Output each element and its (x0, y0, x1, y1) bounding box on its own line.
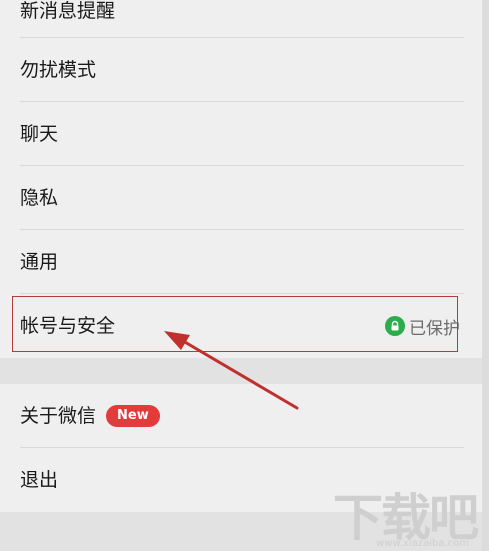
item-label: 新消息提醒 (20, 0, 116, 22)
item-label: 通用 (20, 251, 59, 273)
settings-item-about-wechat[interactable]: 关于微信 New (0, 384, 482, 448)
item-label: 隐私 (20, 187, 59, 209)
lock-icon (385, 316, 405, 336)
settings-group-main: 新消息提醒 勿扰模式 聊天 隐私 通用 帐号与安全 已保护 (0, 0, 482, 358)
item-label: 帐号与安全 (20, 315, 116, 337)
protection-status: 已保护 (385, 294, 460, 358)
item-label: 勿扰模式 (20, 59, 97, 81)
item-label: 关于微信 (20, 405, 97, 427)
settings-item-do-not-disturb[interactable]: 勿扰模式 (0, 38, 482, 102)
settings-screen: 新消息提醒 勿扰模式 聊天 隐私 通用 帐号与安全 已保护 关于微信 New 退… (0, 0, 489, 551)
protection-status-text: 已保护 (409, 318, 460, 339)
watermark-url: www.xiazaiba.com (376, 538, 469, 549)
item-label: 退出 (20, 469, 59, 491)
settings-item-account-security[interactable]: 帐号与安全 已保护 (0, 294, 482, 358)
settings-item-chat[interactable]: 聊天 (0, 102, 482, 166)
settings-item-general[interactable]: 通用 (0, 230, 482, 294)
watermark-logo: 下载吧 (333, 488, 479, 547)
section-divider (0, 358, 482, 384)
new-badge: New (106, 405, 160, 427)
item-label: 聊天 (20, 123, 59, 145)
settings-item-new-message-alerts[interactable]: 新消息提醒 (0, 0, 482, 38)
settings-item-privacy[interactable]: 隐私 (0, 166, 482, 230)
scroll-edge (482, 0, 489, 551)
settings-list: 新消息提醒 勿扰模式 聊天 隐私 通用 帐号与安全 已保护 关于微信 New 退… (0, 0, 482, 551)
